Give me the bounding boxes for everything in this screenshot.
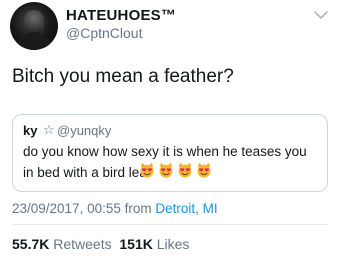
- timestamp[interactable]: 23/09/2017, 00:55: [12, 201, 121, 216]
- from-label: from: [124, 201, 152, 216]
- chevron-down-icon[interactable]: [312, 8, 330, 22]
- tweet-header: HATEUHOES™ @CptnClout: [0, 0, 340, 50]
- emoji-row: [139, 162, 212, 180]
- quoted-text-line-1: do you know how sexy it is when he tease…: [23, 144, 307, 159]
- quoted-author-handle: @yunqky: [57, 123, 112, 138]
- quoted-author-name: ky: [23, 123, 38, 138]
- tweet-meta: 23/09/2017, 00:55 from Detroit, MI: [12, 201, 218, 216]
- avatar[interactable]: [10, 2, 58, 50]
- quoted-text-line-2: in bed with a bird leaf: [23, 165, 151, 180]
- likes-label: Likes: [156, 236, 190, 252]
- tweet-text: Bitch you mean a feather?: [12, 66, 234, 87]
- location-link[interactable]: Detroit, MI: [155, 201, 217, 216]
- cat-heart-eyes-emoji: [140, 162, 154, 178]
- star-outline-icon: ☆: [43, 122, 55, 137]
- author-display-name[interactable]: HATEUHOES™: [66, 7, 176, 24]
- divider: [12, 224, 328, 225]
- likes-stat[interactable]: 151K Likes: [119, 236, 189, 252]
- author-handle[interactable]: @CptnClout: [66, 25, 142, 41]
- cat-heart-eyes-emoji: [178, 162, 192, 178]
- quoted-tweet[interactable]: ky ☆ @yunqky do you know how sexy it is …: [12, 114, 328, 192]
- engagement-stats: 55.7K Retweets 151K Likes: [12, 236, 189, 252]
- retweets-count: 55.7K: [12, 236, 50, 252]
- likes-count: 151K: [119, 236, 153, 252]
- retweets-stat[interactable]: 55.7K Retweets: [12, 236, 112, 252]
- retweets-label: Retweets: [53, 236, 112, 252]
- cat-heart-eyes-emoji: [159, 162, 173, 178]
- cat-heart-eyes-emoji: [197, 162, 211, 178]
- avatar-body: [16, 32, 52, 50]
